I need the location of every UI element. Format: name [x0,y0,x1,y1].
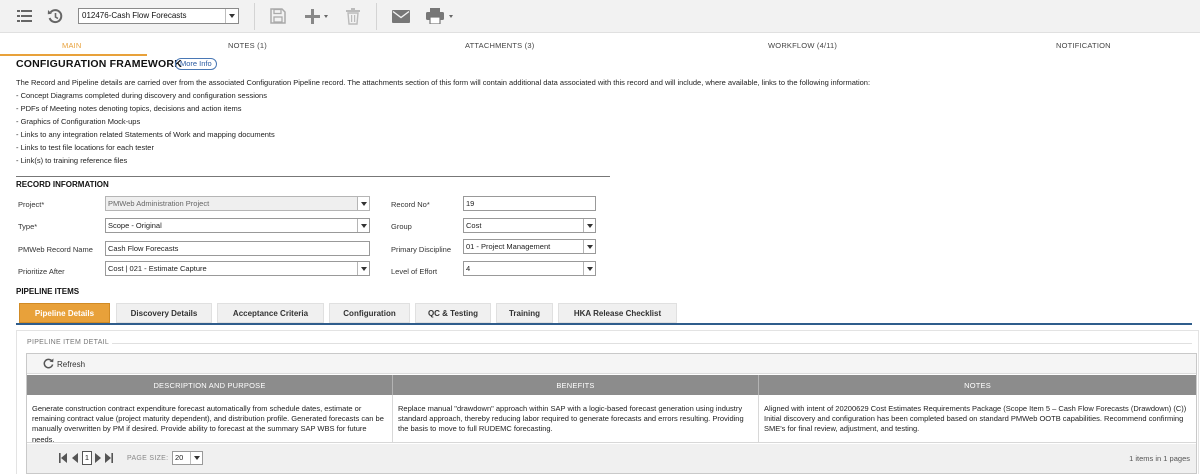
level-of-effort-value: 4 [466,264,471,273]
history-icon[interactable] [45,7,65,25]
previous-page-icon[interactable] [72,453,78,465]
group-value: Cost [466,221,482,230]
pipeline-tabs-rule [16,323,1192,325]
prioritize-after-select[interactable]: Cost | 021 - Estimate Capture [105,261,370,276]
description-bullet: - Links to any integration related State… [16,130,275,139]
grid-toolbar: Refresh [27,354,1196,374]
record-no-value: 19 [466,199,475,208]
email-icon[interactable] [390,7,412,25]
page-size-label: PAGE SIZE: [127,455,169,462]
record-name-label: PMWeb Record Name [18,245,93,254]
grid-pager: 1 PAGE SIZE: 20 1 items in 1 pages [27,444,1196,473]
tab-workflow[interactable]: WORKFLOW (4/11) [768,41,837,50]
description-bullet: - Links to test file locations for each … [16,143,154,152]
record-name-input[interactable]: Cash Flow Forecasts [105,241,370,256]
record-selector-value: 012476-Cash Flow Forecasts [82,11,187,20]
pager-info: 1 items in 1 pages [1129,454,1190,463]
chevron-down-icon[interactable] [583,219,595,232]
toolbar-divider [376,3,377,30]
pipeline-item-detail-title: PIPELINE ITEM DETAIL [27,339,110,346]
tab-hka-release-checklist[interactable]: HKA Release Checklist [558,303,677,323]
type-label: Type* [18,222,38,231]
save-icon[interactable] [268,7,288,25]
cell-benefits: Replace manual "drawdown" approach withi… [393,395,759,443]
chevron-down-icon[interactable] [357,262,369,275]
list-icon[interactable] [16,7,34,25]
level-of-effort-select[interactable]: 4 [463,261,596,276]
more-info-button[interactable]: More Info [175,58,217,70]
add-dropdown-chevron-icon[interactable] [322,7,330,25]
type-value: Scope - Original [108,221,162,230]
tab-pipeline-details[interactable]: Pipeline Details [19,303,110,323]
current-page-button[interactable]: 1 [82,451,92,465]
cell-description: Generate construction contract expenditu… [27,395,393,444]
table-row[interactable]: Generate construction contract expenditu… [27,395,1196,444]
configuration-framework-title: CONFIGURATION FRAMEWORK [16,58,182,70]
tab-qc-testing[interactable]: QC & Testing [415,303,491,323]
chevron-down-icon[interactable] [583,262,595,275]
tab-notification[interactable]: NOTIFICATION [1056,41,1111,50]
chevron-down-icon[interactable] [225,9,238,23]
last-page-icon[interactable] [105,453,113,465]
type-select[interactable]: Scope - Original [105,218,370,233]
project-value: PMWeb Administration Project [108,199,210,208]
configuration-description: The Record and Pipeline details are carr… [16,76,1176,167]
toolbar: 012476-Cash Flow Forecasts [0,0,1200,33]
refresh-button[interactable]: Refresh [43,358,85,371]
first-page-icon[interactable] [59,453,67,465]
group-label: Group [391,222,412,231]
chevron-down-icon[interactable] [357,219,369,232]
primary-discipline-select[interactable]: 01 - Project Management [463,239,596,254]
chevron-down-icon[interactable] [357,197,369,210]
next-page-icon[interactable] [95,453,101,465]
tab-acceptance-criteria[interactable]: Acceptance Criteria [217,303,324,323]
record-no-label: Record No* [391,200,430,209]
column-header-benefits[interactable]: BENEFITS [393,375,759,395]
record-name-value: Cash Flow Forecasts [108,244,179,253]
description-intro: The Record and Pipeline details are carr… [16,78,871,87]
page-size-value: 20 [175,453,184,462]
record-no-input[interactable]: 19 [463,196,596,211]
primary-discipline-value: 01 - Project Management [466,242,551,251]
active-tab-indicator [0,54,147,56]
add-icon[interactable] [302,7,322,25]
tab-attachments[interactable]: ATTACHMENTS (3) [465,41,534,50]
tab-discovery-details[interactable]: Discovery Details [116,303,212,323]
chevron-down-icon[interactable] [190,452,202,464]
prioritize-after-label: Prioritize After [18,267,65,276]
description-bullet: - Link(s) to training reference files [16,156,128,165]
tab-configuration[interactable]: Configuration [329,303,410,323]
section-divider [16,176,610,177]
column-header-description[interactable]: DESCRIPTION AND PURPOSE [27,375,393,395]
refresh-label: Refresh [57,360,86,369]
column-header-notes[interactable]: NOTES [759,375,1196,395]
pipeline-detail-grid: Refresh DESCRIPTION AND PURPOSE BENEFITS… [26,353,1197,474]
refresh-icon [43,358,54,371]
toolbar-divider [254,3,255,30]
cell-notes: Aligned with intent of 20200629 Cost Est… [764,404,1187,434]
page-size-select[interactable]: 20 [172,451,203,465]
tab-main[interactable]: MAIN [62,41,82,50]
description-bullet: - Concept Diagrams completed during disc… [16,91,267,100]
pipeline-items-title: PIPELINE ITEMS [16,287,80,296]
group-select[interactable]: Cost [463,218,596,233]
tab-notes[interactable]: NOTES (1) [228,41,267,50]
project-label: Project* [18,200,45,209]
primary-discipline-label: Primary Discipline [391,245,452,254]
level-of-effort-label: Level of Effort [391,267,438,276]
tab-training[interactable]: Training [496,303,553,323]
project-select[interactable]: PMWeb Administration Project [105,196,370,211]
description-bullet: - PDFs of Meeting notes denoting topics,… [16,104,242,113]
chevron-down-icon[interactable] [583,240,595,253]
print-icon[interactable] [424,7,446,25]
detail-title-rule [112,343,1192,344]
print-dropdown-chevron-icon[interactable] [447,7,455,25]
delete-icon[interactable] [343,7,363,25]
grid-header: DESCRIPTION AND PURPOSE BENEFITS NOTES [27,375,1196,395]
description-bullet: - Graphics of Configuration Mock-ups [16,117,141,126]
record-tabs: MAIN NOTES (1) ATTACHMENTS (3) WORKFLOW … [0,34,1200,58]
record-information-title: RECORD INFORMATION [16,180,109,189]
prioritize-after-value: Cost | 021 - Estimate Capture [108,264,207,273]
record-selector[interactable]: 012476-Cash Flow Forecasts [78,8,239,24]
